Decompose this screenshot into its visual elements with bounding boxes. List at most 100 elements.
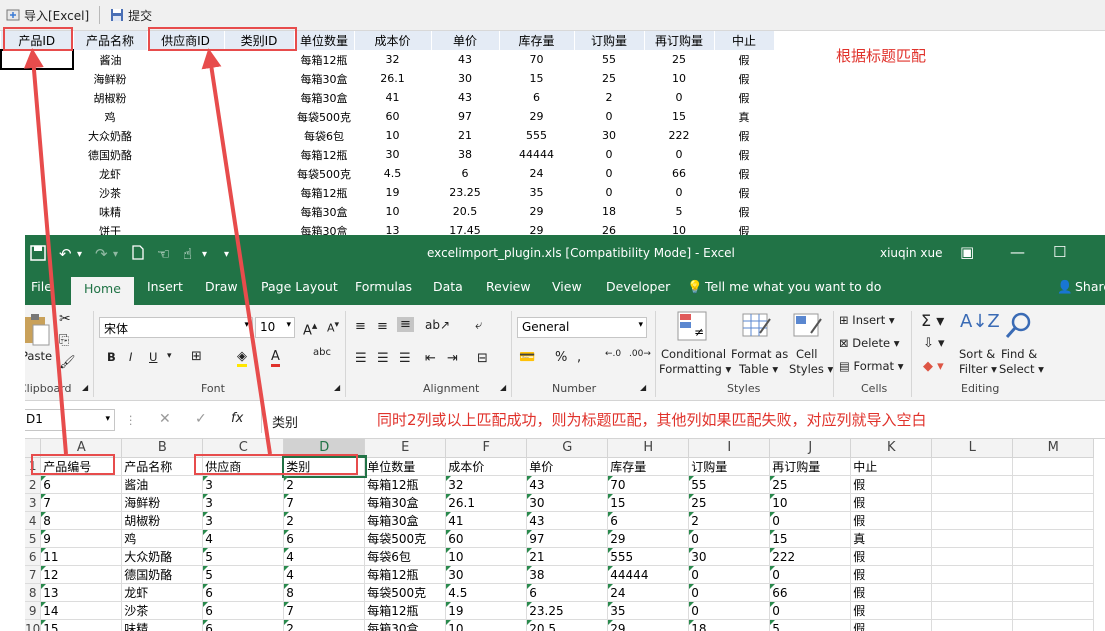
sheet-cell[interactable]: 97	[526, 529, 609, 548]
grid-cell[interactable]: 0	[644, 145, 714, 164]
sheet-cell[interactable]: 35	[607, 601, 690, 620]
grid-cell[interactable]	[224, 50, 294, 69]
sheet-cell[interactable]: 德国奶酪	[121, 565, 204, 584]
grid-header-cell[interactable]: 中止	[714, 31, 775, 50]
grid-cell[interactable]	[224, 164, 294, 183]
sheet-cell[interactable]	[931, 493, 1014, 512]
sheet-cell[interactable]: 0	[688, 601, 771, 620]
format-as-table-icon[interactable]	[742, 311, 772, 341]
grid-cell[interactable]	[147, 202, 224, 221]
grid-cell[interactable]	[1, 69, 73, 88]
sheet-cell[interactable]: 43	[526, 475, 609, 494]
grid-cell[interactable]: 55	[574, 50, 644, 69]
sheet-cell[interactable]: 每箱30盒	[364, 493, 447, 512]
sort-filter-sub[interactable]: Filter ▾	[959, 362, 997, 376]
sheet-cell[interactable]	[1012, 511, 1095, 530]
sheet-cell[interactable]: 41	[445, 511, 528, 530]
grid-cell[interactable]	[224, 88, 294, 107]
grid-header-cell[interactable]: 再订购量	[644, 31, 715, 50]
align-right-icon[interactable]: ☰	[399, 351, 411, 366]
grid-header-cell[interactable]: 成本价	[354, 31, 432, 50]
sheet-cell[interactable]: 每箱12瓶	[364, 601, 447, 620]
column-header-e[interactable]: E	[364, 439, 447, 458]
sheet-cell[interactable]: 6	[202, 601, 285, 620]
grid-cell[interactable]: 21	[431, 126, 499, 145]
sheet-cell[interactable]: 12	[40, 565, 123, 584]
grid-cell[interactable]: 43	[431, 50, 499, 69]
sheet-cell[interactable]: 44444	[607, 565, 690, 584]
grid-cell[interactable]: 每箱12瓶	[294, 183, 354, 202]
grid-cell[interactable]: 假	[714, 69, 774, 88]
column-header-f[interactable]: F	[445, 439, 528, 458]
grid-cell[interactable]	[1, 145, 73, 164]
share-button[interactable]: Share	[1075, 279, 1105, 294]
grid-cell[interactable]: 30	[431, 69, 499, 88]
grid-cell[interactable]: 沙茶	[73, 183, 147, 202]
sheet-cell[interactable]: 30	[445, 565, 528, 584]
grid-cell[interactable]: 真	[714, 107, 774, 126]
grid-cell[interactable]: 24	[499, 164, 574, 183]
format-as-table-sub[interactable]: Table ▾	[739, 362, 778, 376]
cell-styles-label[interactable]: Cell	[796, 347, 818, 361]
row-header[interactable]: 1	[25, 457, 42, 476]
sheet-cell[interactable]: 假	[850, 475, 933, 494]
grid-cell[interactable]: 10	[354, 202, 431, 221]
borders-icon[interactable]: ⊞	[191, 349, 202, 364]
sheet-cell[interactable]: 龙虾	[121, 583, 204, 602]
align-middle-icon[interactable]: ≡	[377, 319, 388, 334]
tab-file[interactable]: File	[31, 279, 52, 294]
grid-cell[interactable]: 大众奶酪	[73, 126, 147, 145]
grid-cell[interactable]: 0	[644, 88, 714, 107]
sheet-cell[interactable]	[1012, 493, 1095, 512]
save-icon[interactable]	[30, 245, 46, 261]
sheet-cell[interactable]: 5	[202, 547, 285, 566]
sheet-cell[interactable]: 20.5	[526, 619, 609, 631]
sheet-cell[interactable]: 供应商	[202, 457, 285, 476]
sort-filter-label[interactable]: Sort &	[959, 347, 995, 361]
grid-cell[interactable]	[147, 164, 224, 183]
clipboard-launcher-icon[interactable]: ◢	[82, 383, 88, 392]
sheet-cell[interactable]	[1012, 583, 1095, 602]
select-all-corner[interactable]	[25, 439, 42, 458]
grid-cell[interactable]: 20.5	[431, 202, 499, 221]
grid-cell[interactable]: 29	[499, 107, 574, 126]
grid-cell[interactable]: 每箱30盒	[294, 202, 354, 221]
grid-cell[interactable]: 0	[574, 107, 644, 126]
orientation-icon[interactable]: ab↗	[425, 318, 450, 332]
grid-cell[interactable]: 酱油	[73, 50, 147, 69]
grid-cell[interactable]: 每箱30盒	[294, 88, 354, 107]
italic-icon[interactable]: I	[129, 350, 132, 364]
grid-cell[interactable]	[0, 49, 74, 70]
sheet-cell[interactable]: 66	[769, 583, 852, 602]
sheet-cell[interactable]: 每箱12瓶	[364, 565, 447, 584]
sheet-cell[interactable]: 24	[607, 583, 690, 602]
grid-header-cell[interactable]: 单位数量	[294, 31, 355, 50]
grid-cell[interactable]: 6	[431, 164, 499, 183]
sheet-cell[interactable]	[931, 565, 1014, 584]
grid-row[interactable]: 胡椒粉 每箱30盒 41 43 6 2 0 假	[1, 88, 774, 107]
maximize-button[interactable]: ☐	[1053, 243, 1066, 261]
grid-cell[interactable]	[147, 107, 224, 126]
sheet-cell[interactable]: 大众奶酪	[121, 547, 204, 566]
sheet-cell[interactable]: 每袋6包	[364, 547, 447, 566]
grid-cell[interactable]	[1, 164, 73, 183]
grid-cell[interactable]: 97	[431, 107, 499, 126]
sheet-cell[interactable]	[931, 475, 1014, 494]
row-header[interactable]: 5	[25, 529, 42, 548]
row-header[interactable]: 10	[25, 619, 42, 631]
grid-cell[interactable]: 龙虾	[73, 164, 147, 183]
find-select-icon[interactable]	[1005, 311, 1033, 341]
grid-cell[interactable]: 0	[574, 164, 644, 183]
grid-cell[interactable]: 555	[499, 126, 574, 145]
decrease-font-icon[interactable]: A▾	[327, 319, 339, 335]
grid-cell[interactable]: 10	[354, 126, 431, 145]
grid-cell[interactable]: 假	[714, 164, 774, 183]
tab-draw[interactable]: Draw	[205, 279, 238, 294]
grid-row[interactable]: 鸡 每袋500克 60 97 29 0 15 真	[1, 107, 774, 126]
pointer-mode-icon[interactable]: ☝	[183, 245, 192, 263]
grid-cell[interactable]: 2	[574, 88, 644, 107]
find-select-sub[interactable]: Select ▾	[999, 362, 1044, 376]
grid-cell[interactable]: 29	[499, 202, 574, 221]
grid-cell[interactable]: 胡椒粉	[73, 88, 147, 107]
sheet-cell[interactable]: 13	[40, 583, 123, 602]
